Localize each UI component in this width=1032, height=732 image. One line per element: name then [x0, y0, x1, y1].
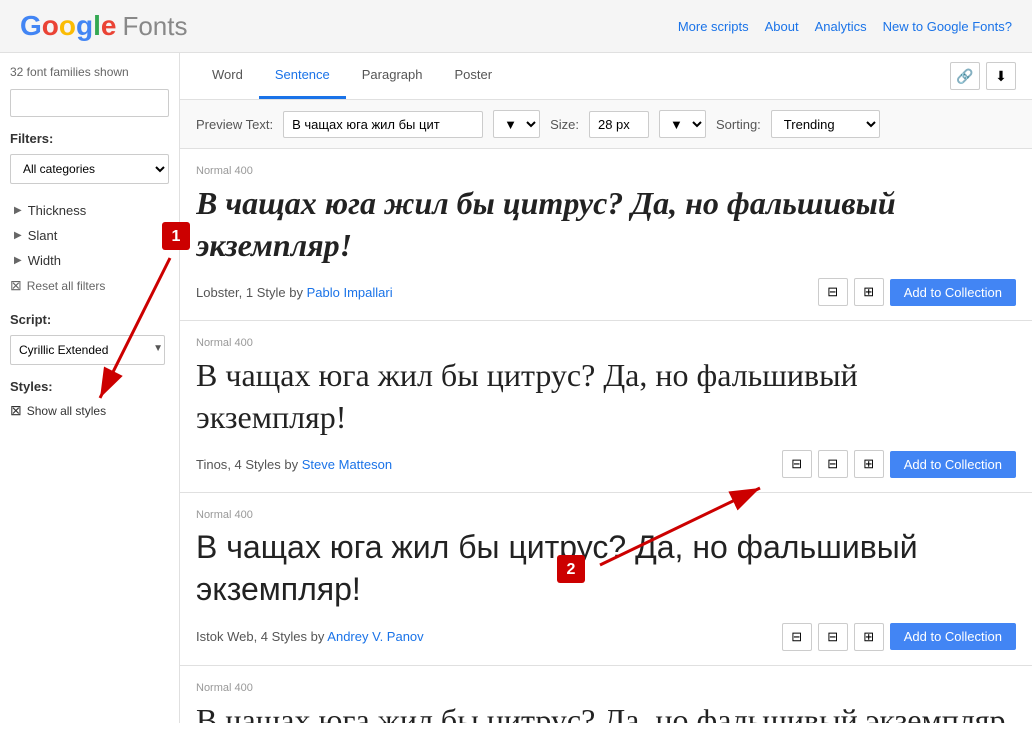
logo: Google Fonts — [20, 10, 188, 42]
search-input[interactable] — [10, 89, 169, 117]
font-icon-btn-1-istok[interactable]: ⊟ — [818, 623, 848, 651]
main-wrapper: 32 font families shown Filters: All cate… — [0, 53, 1032, 723]
tabs: Word Sentence Paragraph Poster — [196, 53, 508, 99]
font-actions-istok: ⊟ ⊟ ⊞ Add to Collection — [782, 623, 1016, 651]
font-icon-btn-2-lobster[interactable]: ⊞ — [854, 278, 884, 306]
sort-label: Sorting: — [716, 117, 761, 132]
font-card-4: Normal 400 В чащах юга жил бы цитрус? Да… — [180, 666, 1032, 723]
size-input[interactable] — [589, 111, 649, 138]
font-preview-4: В чащах юга жил бы цитрус? Да, но фальши… — [196, 700, 1016, 723]
font-icon-btn-1-lobster[interactable]: ⊟ — [818, 278, 848, 306]
add-to-collection-lobster[interactable]: Add to Collection — [890, 279, 1016, 306]
script-dropdown-wrapper: Cyrillic Extended ▼ — [10, 335, 169, 365]
preview-text-label: Preview Text: — [196, 117, 273, 132]
font-icon-btn-2-tinos[interactable]: ⊞ — [854, 450, 884, 478]
filter-slant[interactable]: ▶ Slant — [10, 223, 169, 248]
font-icon-btn-0-tinos[interactable]: ⊟ — [782, 450, 812, 478]
filter-width[interactable]: ▶ Width — [10, 248, 169, 273]
font-actions-tinos: ⊟ ⊟ ⊞ Add to Collection — [782, 450, 1016, 478]
reset-filters-label: Reset all filters — [27, 279, 106, 293]
tab-paragraph[interactable]: Paragraph — [346, 53, 439, 99]
filter-width-label: Width — [28, 253, 61, 268]
chevron-icon: ▶ — [14, 255, 22, 266]
size-label: Size: — [550, 117, 579, 132]
font-author-istok[interactable]: Andrey V. Panov — [327, 629, 423, 644]
font-preview-lobster: В чащах юга жил бы цитрус? Да, но фальши… — [196, 183, 1016, 266]
filter-thickness-label: Thickness — [28, 203, 87, 218]
font-icon-btn-0-istok[interactable]: ⊟ — [782, 623, 812, 651]
font-icon-btn-1-tinos[interactable]: ⊟ — [818, 450, 848, 478]
reset-icon: ⊠ — [10, 277, 22, 294]
script-dropdown[interactable]: Cyrillic Extended — [10, 335, 165, 365]
font-author-tinos[interactable]: Steve Matteson — [302, 457, 392, 472]
font-card-istok: Normal 400 В чащах юга жил бы цитрус? Да… — [180, 493, 1032, 665]
font-name-tinos: Tinos — [196, 457, 227, 472]
font-name-lobster: Lobster — [196, 285, 239, 300]
font-card-footer-tinos: Tinos, 4 Styles by Steve Matteson ⊟ ⊟ ⊞ … — [196, 450, 1016, 478]
content-panel: Word Sentence Paragraph Poster 🔗 ⬇ Previ… — [180, 53, 1032, 723]
font-card-tinos: Normal 400 В чащах юга жил бы цитрус? Да… — [180, 321, 1032, 493]
tab-actions: 🔗 ⬇ — [950, 62, 1016, 90]
add-to-collection-istok[interactable]: Add to Collection — [890, 623, 1016, 650]
chevron-icon: ▶ — [14, 205, 22, 216]
font-tag-4: Normal 400 — [196, 682, 1016, 694]
link-button[interactable]: 🔗 — [950, 62, 980, 90]
show-all-styles-label: Show all styles — [27, 404, 106, 418]
tab-poster[interactable]: Poster — [438, 53, 508, 99]
styles-label: Styles: — [10, 379, 169, 394]
nav-analytics[interactable]: Analytics — [815, 19, 867, 34]
font-name-istok: Istok Web — [196, 629, 254, 644]
preview-text-input[interactable] — [283, 111, 483, 138]
font-card-footer-istok: Istok Web, 4 Styles by Andrey V. Panov ⊟… — [196, 623, 1016, 651]
font-card-footer-lobster: Lobster, 1 Style by Pablo Impallari ⊟ ⊞ … — [196, 278, 1016, 306]
font-tag-istok: Normal 400 — [196, 509, 1016, 521]
font-tag-tinos: Normal 400 — [196, 337, 1016, 349]
script-label: Script: — [10, 312, 169, 327]
tab-word[interactable]: Word — [196, 53, 259, 99]
chevron-icon: ▶ — [14, 230, 22, 241]
filter-thickness[interactable]: ▶ Thickness — [10, 198, 169, 223]
font-actions-lobster: ⊟ ⊞ Add to Collection — [818, 278, 1016, 306]
header: Google Fonts More scripts About Analytic… — [0, 0, 1032, 53]
sort-dropdown[interactable]: Trending Alphabetical Popularity — [771, 110, 880, 138]
nav-about[interactable]: About — [765, 19, 799, 34]
font-tag-lobster: Normal 400 — [196, 165, 1016, 177]
font-meta-lobster: Lobster, 1 Style by Pablo Impallari — [196, 285, 393, 300]
tab-sentence[interactable]: Sentence — [259, 53, 346, 99]
font-card-lobster: Normal 400 В чащах юга жил бы цитрус? Да… — [180, 149, 1032, 321]
font-meta-istok: Istok Web, 4 Styles by Andrey V. Panov — [196, 629, 424, 644]
google-wordmark: Google — [20, 10, 116, 42]
font-meta-tinos: Tinos, 4 Styles by Steve Matteson — [196, 457, 392, 472]
tabs-bar: Word Sentence Paragraph Poster 🔗 ⬇ — [180, 53, 1032, 100]
font-author-lobster[interactable]: Pablo Impallari — [307, 285, 393, 300]
font-styles-tinos: 4 Styles — [235, 457, 281, 472]
size-dropdown[interactable]: ▼ — [659, 110, 706, 138]
sidebar: 32 font families shown Filters: All cate… — [0, 53, 180, 723]
font-preview-tinos: В чащах юга жил бы цитрус? Да, но фальши… — [196, 355, 1016, 438]
filters-label: Filters: — [10, 131, 169, 146]
all-categories-dropdown[interactable]: All categories — [10, 154, 169, 184]
filter-slant-label: Slant — [28, 228, 58, 243]
show-all-styles-button[interactable]: ⊠ Show all styles — [10, 402, 169, 419]
nav-more-scripts[interactable]: More scripts — [678, 19, 749, 34]
header-nav: More scripts About Analytics New to Goog… — [678, 19, 1012, 34]
reset-filters-button[interactable]: ⊠ Reset all filters — [10, 273, 169, 298]
add-to-collection-tinos[interactable]: Add to Collection — [890, 451, 1016, 478]
nav-new-to-google-fonts[interactable]: New to Google Fonts? — [883, 19, 1012, 34]
download-button[interactable]: ⬇ — [986, 62, 1016, 90]
font-count: 32 font families shown — [10, 65, 169, 79]
font-preview-istok: В чащах юга жил бы цитрус? Да, но фальши… — [196, 527, 1016, 610]
preview-dropdown[interactable]: ▼ — [493, 110, 540, 138]
font-styles-istok: 4 Styles — [261, 629, 307, 644]
fonts-list: Normal 400 В чащах юга жил бы цитрус? Да… — [180, 149, 1032, 723]
fonts-wordmark: Fonts — [122, 11, 187, 42]
font-styles-lobster: 1 Style — [246, 285, 286, 300]
styles-icon: ⊠ — [10, 402, 22, 419]
font-icon-btn-2-istok[interactable]: ⊞ — [854, 623, 884, 651]
preview-controls: Preview Text: ▼ Size: ▼ Sorting: Trendin… — [180, 100, 1032, 149]
